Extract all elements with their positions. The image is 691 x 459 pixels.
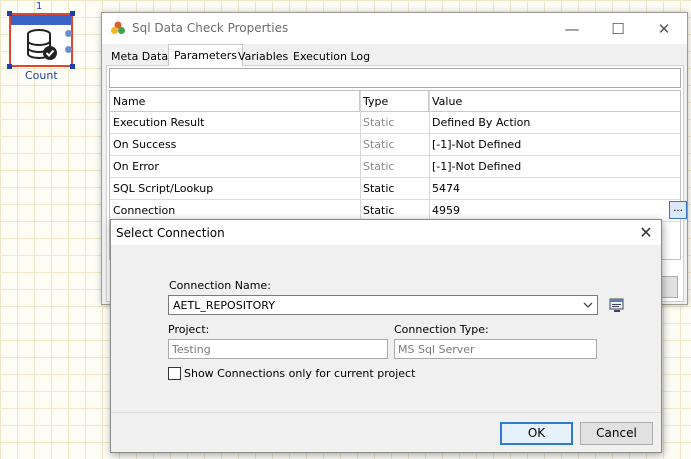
table-row[interactable]: On Error Static [-1]-Not Defined (110, 156, 680, 178)
database-check-icon (27, 29, 57, 60)
param-value: [-1]-Not Defined (432, 138, 522, 151)
properties-titlebar[interactable]: Sql Data Check Properties — ☐ ✕ (102, 13, 687, 44)
param-type: Static (363, 116, 395, 129)
selection-handle[interactable] (70, 64, 75, 69)
output-port[interactable] (65, 30, 72, 37)
column-header-type[interactable]: Type (360, 91, 429, 112)
dialog-titlebar[interactable]: Select Connection ✕ (111, 220, 661, 245)
dialog-footer: OK Cancel (111, 412, 661, 452)
param-type: Static (363, 138, 395, 151)
window-app-icon (111, 21, 125, 34)
grid-header: Name Type Value (110, 91, 680, 112)
column-header-value[interactable]: Value (429, 91, 680, 112)
minimize-button[interactable]: — (549, 13, 595, 44)
tab-execution-log[interactable]: Execution Log (288, 47, 375, 66)
close-button[interactable]: ✕ (641, 13, 687, 44)
selection-handle[interactable] (70, 11, 75, 16)
maximize-button[interactable]: ☐ (595, 13, 641, 44)
show-current-project-label[interactable]: Show Connections only for current projec… (184, 367, 415, 380)
node-label: Count (25, 69, 58, 82)
param-value: 5474 (432, 182, 460, 195)
properties-title: Sql Data Check Properties (132, 21, 289, 35)
tab-meta-data[interactable]: Meta Data (106, 47, 173, 66)
connection-browse-button[interactable]: ... (669, 201, 687, 219)
tab-variables[interactable]: Variables (233, 47, 293, 66)
tab-bar: Meta Data Parameters Variables Execution… (106, 44, 684, 67)
selection-handle[interactable] (7, 11, 12, 16)
table-row[interactable]: On Success Static [-1]-Not Defined (110, 134, 680, 156)
table-row[interactable]: Execution Result Static Defined By Actio… (110, 112, 680, 134)
param-value: Defined By Action (432, 116, 531, 129)
param-type: Static (363, 160, 395, 173)
selection-handle[interactable] (7, 64, 12, 69)
filter-input[interactable] (109, 68, 681, 88)
count-node-header (11, 15, 71, 25)
node-index: 1 (36, 1, 43, 12)
close-icon[interactable]: ✕ (633, 222, 659, 244)
tab-parameters[interactable]: Parameters (168, 44, 243, 67)
param-type: Static (363, 182, 395, 195)
project-label: Project: (168, 323, 210, 336)
connection-type-label: Connection Type: (394, 323, 489, 336)
connection-name-value: AETL_REPOSITORY (173, 299, 275, 312)
param-value: [-1]-Not Defined (432, 160, 522, 173)
chevron-down-icon (583, 302, 593, 308)
connection-type-field[interactable]: MS Sql Server (394, 339, 597, 359)
cancel-button[interactable]: Cancel (580, 422, 653, 445)
connection-name-select[interactable]: AETL_REPOSITORY (168, 295, 598, 315)
output-port[interactable] (65, 46, 72, 53)
dialog-title: Select Connection (116, 226, 225, 240)
column-header-name[interactable]: Name (110, 91, 360, 112)
connection-settings-icon[interactable] (608, 296, 626, 314)
project-field[interactable]: Testing (168, 339, 388, 359)
param-name: SQL Script/Lookup (113, 182, 214, 195)
ok-button[interactable]: OK (500, 422, 573, 445)
param-name: Execution Result (113, 116, 205, 129)
connection-name-label: Connection Name: (169, 279, 271, 292)
select-connection-dialog: Select Connection ✕ Connection Name: AET… (110, 219, 662, 453)
param-name: On Error (113, 160, 159, 173)
show-current-project-checkbox[interactable] (168, 367, 181, 380)
param-name: On Success (113, 138, 177, 151)
table-row[interactable]: SQL Script/Lookup Static 5474 (110, 178, 680, 200)
